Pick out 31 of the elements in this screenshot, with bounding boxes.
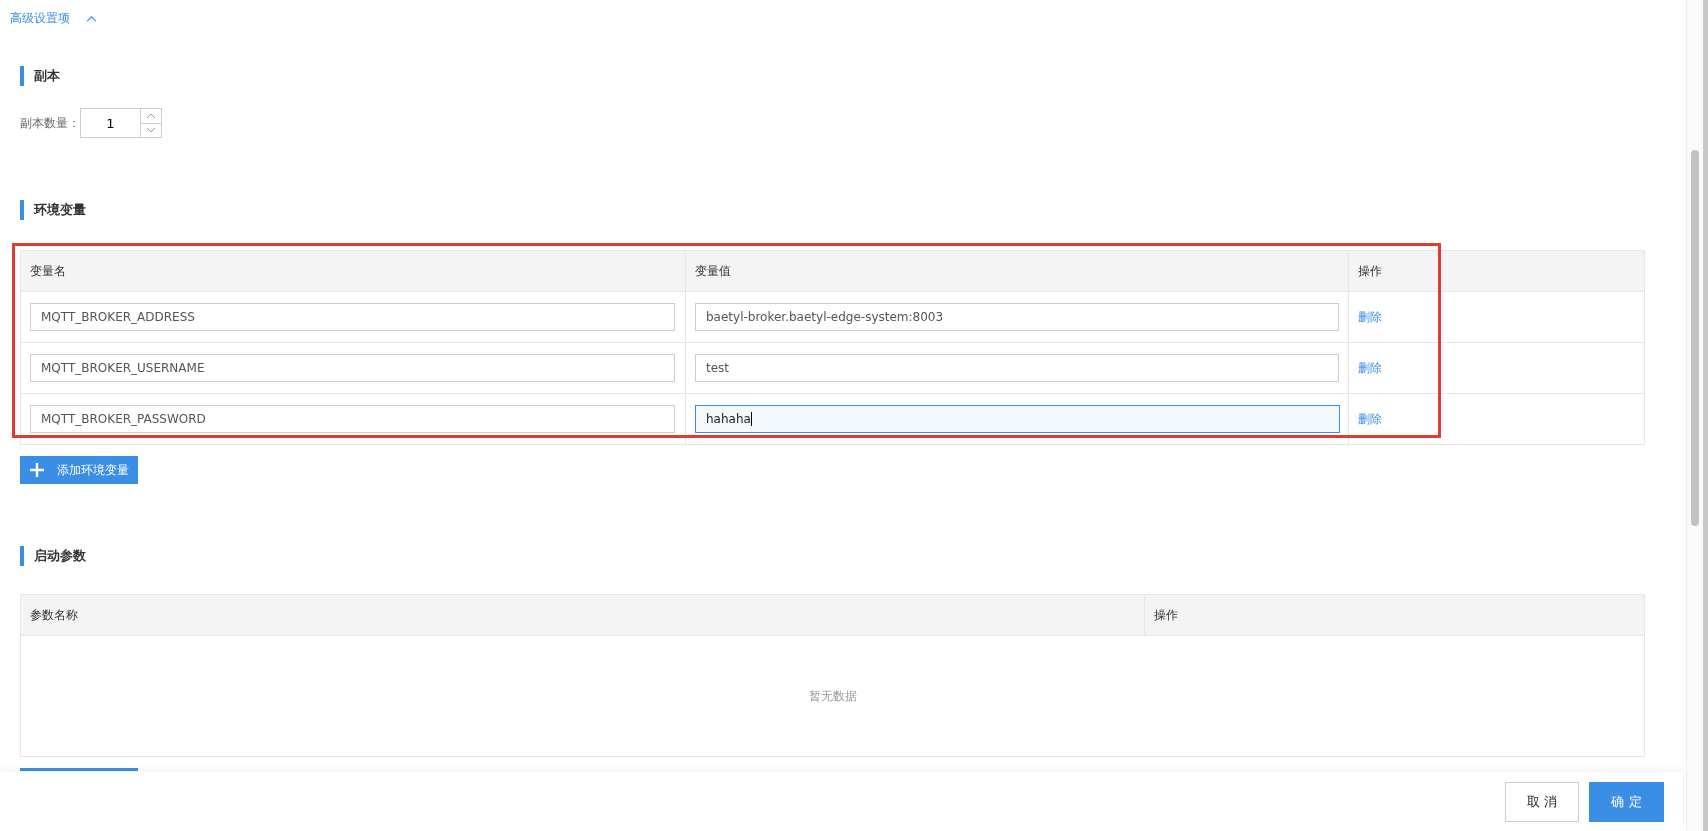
name-input[interactable]: MQTT_BROKER_PASSWORD: [30, 405, 675, 433]
section-marker: [20, 200, 24, 220]
column-header: 变量名: [29, 262, 67, 280]
chevron-up-icon: [146, 112, 156, 119]
chevron-up-icon: [86, 14, 97, 22]
section-title: 副本: [34, 67, 60, 85]
field-label: 副本数量：: [20, 114, 80, 132]
plus-icon: [30, 463, 44, 477]
column-header: 参数名称: [29, 606, 79, 624]
value-input[interactable]: test: [695, 354, 1339, 382]
number-input[interactable]: 1: [80, 108, 162, 138]
column-header: 操作: [1348, 251, 1644, 291]
column-header: 变量值: [685, 251, 1348, 291]
cancel-button[interactable]: 取 消: [1505, 781, 1579, 822]
value-input[interactable]: baetyl-broker.baetyl-edge-system:8003: [695, 303, 1339, 331]
column-header: 操作: [1144, 595, 1644, 635]
scrollbar[interactable]: [1686, 0, 1703, 831]
chevron-down-icon: [146, 127, 156, 134]
delete-link[interactable]: 删除: [1358, 410, 1382, 428]
text-cursor: [751, 412, 753, 426]
name-input[interactable]: MQTT_BROKER_USERNAME: [30, 354, 675, 382]
delete-link[interactable]: 删除: [1358, 359, 1382, 377]
section-marker: [20, 66, 24, 86]
section-title: 环境变量: [34, 201, 86, 219]
value-input[interactable]: hahaha: [695, 405, 1340, 433]
empty-message: 暂无数据: [808, 687, 857, 705]
delete-link[interactable]: 删除: [1358, 308, 1382, 326]
name-input[interactable]: MQTT_BROKER_ADDRESS: [30, 303, 675, 331]
section-marker: [20, 546, 24, 566]
advanced-settings-toggle[interactable]: 高级设置项: [10, 9, 97, 27]
section-title: 启动参数: [34, 547, 86, 565]
